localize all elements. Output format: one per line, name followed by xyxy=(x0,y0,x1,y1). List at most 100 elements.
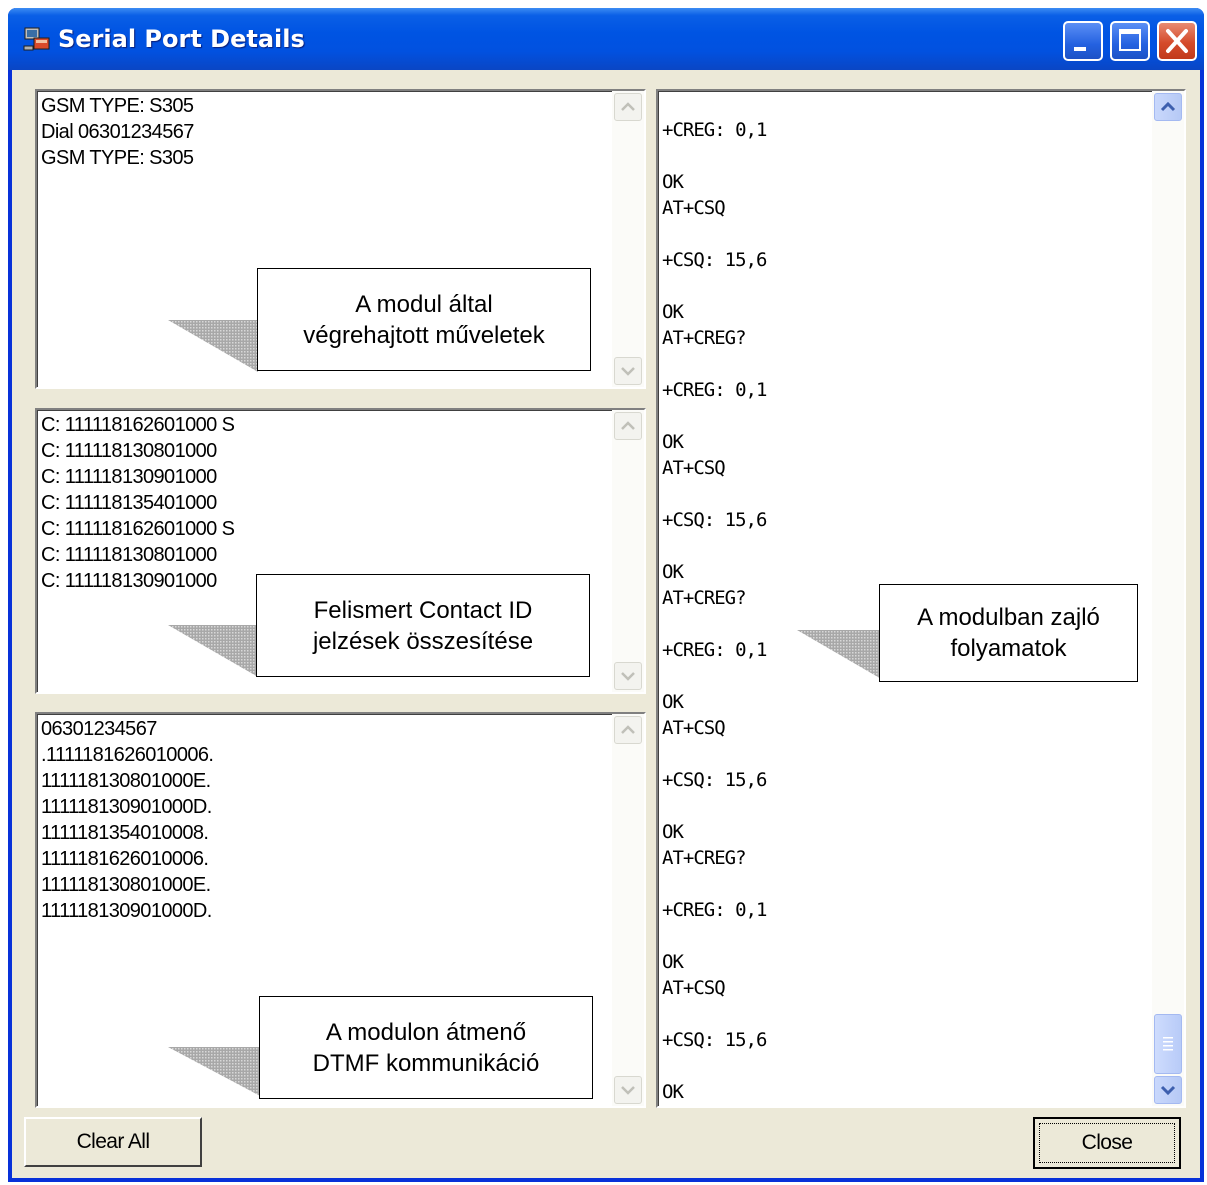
log-line: C: 111118130901000 xyxy=(41,570,217,592)
actions-log-text: GSM TYPE: S305 Dial 06301234567 GSM TYPE: … xyxy=(41,93,194,171)
scroll-thumb[interactable] xyxy=(1154,1014,1182,1074)
log-line: AT+CSQ xyxy=(662,977,726,999)
close-button[interactable]: Close xyxy=(1033,1117,1181,1169)
callout-dtmf: A modulon átmenő DTMF kommunikáció xyxy=(259,996,593,1099)
callout-module-log-line-2: folyamatok xyxy=(950,635,1067,662)
log-line: OK xyxy=(662,431,684,453)
title-bar[interactable]: Serial Port Details xyxy=(8,8,1204,70)
minimize-icon xyxy=(1074,47,1086,51)
log-line: OK xyxy=(662,691,684,713)
module-log-scrollbar[interactable] xyxy=(1152,91,1184,1106)
log-line: AT+CREG? xyxy=(662,847,747,869)
focus-rectangle xyxy=(1039,1123,1175,1163)
log-line: C: 111118162601000 S xyxy=(41,414,235,436)
minimize-button[interactable] xyxy=(1063,21,1103,61)
log-line: +CSQ: 15,6 xyxy=(662,509,767,531)
window-title: Serial Port Details xyxy=(58,25,305,53)
log-line: OK xyxy=(662,951,684,973)
clear-all-button[interactable]: Clear All xyxy=(24,1117,202,1167)
dtmf-text: 06301234567 .1111181626010006. 11111813080… xyxy=(41,716,214,924)
log-line: AT+CREG? xyxy=(662,587,747,609)
callout-tail-actions xyxy=(168,320,258,372)
log-line: AT+CREG? xyxy=(662,327,747,349)
scroll-down-arrow-icon[interactable] xyxy=(1154,1076,1182,1104)
callout-actions: A modul által végrehajtott műveletek xyxy=(257,268,591,371)
log-line: +CSQ: 15,6 xyxy=(662,769,767,791)
log-line: 1111181354010008. xyxy=(41,822,209,844)
close-window-button[interactable] xyxy=(1157,21,1197,61)
scroll-up-arrow-icon[interactable] xyxy=(614,716,642,744)
callout-contact-ids: Felismert Contact ID jelzések összesítés… xyxy=(256,574,590,677)
maximize-icon xyxy=(1119,29,1141,51)
dtmf-scrollbar[interactable] xyxy=(612,714,644,1106)
maximize-button[interactable] xyxy=(1110,21,1150,61)
contact-id-scrollbar[interactable] xyxy=(612,410,644,692)
log-line: 111118130901000D. xyxy=(41,900,212,922)
callout-module-log: A modulban zajló folyamatok xyxy=(879,584,1138,682)
close-icon xyxy=(1166,29,1188,53)
scroll-up-arrow-icon[interactable] xyxy=(614,93,642,121)
callout-tail-module-log xyxy=(797,630,883,680)
log-line: AT+CSQ xyxy=(662,457,726,479)
scroll-grip-icon xyxy=(1163,1037,1173,1051)
actions-scrollbar[interactable] xyxy=(612,91,644,387)
log-line: .1111181626010006. xyxy=(41,744,214,766)
log-line: OK xyxy=(662,301,684,323)
log-line: AT+CSQ xyxy=(662,717,726,739)
log-line: C: 111118130801000 xyxy=(41,544,217,566)
callout-module-log-line-1: A modulban zajló xyxy=(917,604,1100,631)
scroll-down-arrow-icon[interactable] xyxy=(614,662,642,690)
log-line: OK xyxy=(662,1081,684,1103)
scroll-down-arrow-icon[interactable] xyxy=(614,357,642,385)
callout-actions-line-1: A modul által xyxy=(355,290,493,318)
log-line: +CREG: 0,1 xyxy=(662,899,767,921)
callout-dtmf-line-2: DTMF kommunikáció xyxy=(312,1049,540,1077)
callout-actions-line-2: végrehajtott műveletek xyxy=(303,321,545,349)
contact-id-text: C: 111118162601000 S C: 111118130801000 C:… xyxy=(41,412,235,594)
log-line: OK xyxy=(662,561,684,583)
log-line: GSM TYPE: S305 xyxy=(41,147,194,169)
log-line: C: 111118130801000 xyxy=(41,440,217,462)
log-line: +CSQ: 15,6 xyxy=(662,1029,767,1051)
callout-dtmf-line-1: A modulon átmenő xyxy=(325,1018,527,1046)
log-line: C: 111118162601000 S xyxy=(41,518,235,540)
callout-tail-contact-ids xyxy=(168,625,258,677)
log-line: 111118130901000D. xyxy=(41,796,212,818)
serial-port-app-icon xyxy=(23,27,50,51)
log-line: 06301234567 xyxy=(41,718,157,740)
log-line: OK xyxy=(662,821,684,843)
log-line: C: 111118130901000 xyxy=(41,466,217,488)
log-line: +CSQ: 15,6 xyxy=(662,249,767,271)
module-log-text: +CREG: 0,1 OK AT+CSQ +CSQ: 15,6 OK AT+CREG… xyxy=(662,91,767,1105)
scroll-up-arrow-icon[interactable] xyxy=(1154,93,1182,121)
log-line: OK xyxy=(662,171,684,193)
log-line: +CREG: 0,1 xyxy=(662,119,767,141)
log-line: AT+CSQ xyxy=(662,197,726,219)
log-line: 111118130801000E. xyxy=(41,770,211,792)
log-line: C: 111118135401000 xyxy=(41,492,217,514)
callout-contact-ids-line-2: jelzések összesítése xyxy=(312,627,534,655)
log-line: +CREG: 0,1 xyxy=(662,639,767,661)
log-line: 111118130801000E. xyxy=(41,874,211,896)
log-line: +CREG: 0,1 xyxy=(662,379,767,401)
callout-contact-ids-line-1: Felismert Contact ID xyxy=(313,596,533,624)
log-line: Dial 06301234567 xyxy=(41,121,194,143)
scroll-down-arrow-icon[interactable] xyxy=(614,1076,642,1104)
callout-tail-dtmf xyxy=(168,1047,262,1097)
scroll-up-arrow-icon[interactable] xyxy=(614,412,642,440)
